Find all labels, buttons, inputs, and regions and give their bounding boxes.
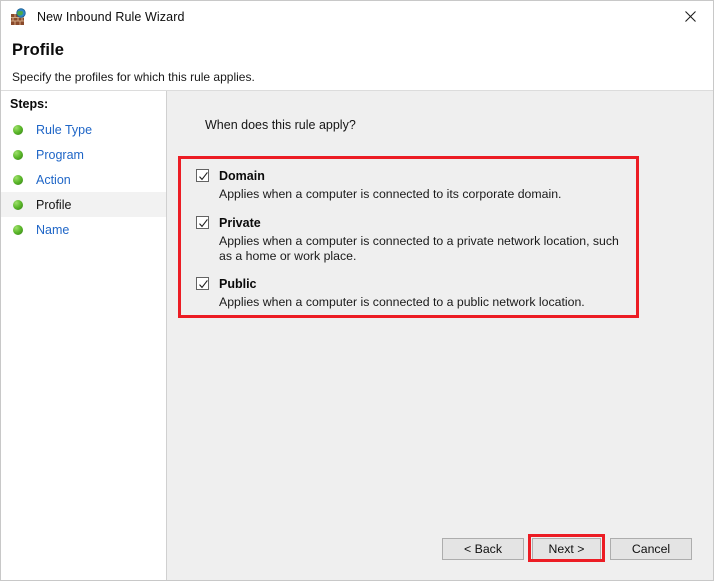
sidebar-item-label: Name — [36, 222, 70, 237]
step-bullet-icon — [13, 174, 23, 185]
step-bullet-icon — [13, 149, 23, 160]
option-private: Private Applies when a computer is conne… — [196, 214, 626, 264]
profile-options-group: Domain Applies when a computer is connec… — [196, 167, 626, 310]
option-public-header[interactable]: Public — [196, 275, 626, 292]
steps-list: Rule Type Program Action Profile Name — [1, 117, 166, 242]
wizard-footer: < Back Next > Cancel — [168, 538, 713, 562]
page-title: Profile — [12, 41, 65, 59]
sidebar-item-label: Action — [36, 172, 71, 187]
sidebar-item-profile[interactable]: Profile — [1, 192, 166, 217]
wizard-body: Steps: Rule Type Program Action Profile — [1, 91, 713, 580]
option-private-header[interactable]: Private — [196, 214, 626, 231]
checkmark-icon — [199, 280, 208, 289]
sidebar-item-name[interactable]: Name — [1, 217, 166, 242]
main-content-panel: When does this rule apply? Domain Applie… — [168, 91, 713, 580]
sidebar-item-label: Program — [36, 147, 84, 162]
sidebar-item-action[interactable]: Action — [1, 167, 166, 192]
cancel-button[interactable]: Cancel — [610, 538, 692, 560]
steps-heading: Steps: — [10, 97, 49, 111]
page-subtitle: Specify the profiles for which this rule… — [12, 70, 255, 84]
question-label: When does this rule apply? — [205, 118, 356, 132]
option-private-label: Private — [219, 215, 261, 230]
option-domain-description: Applies when a computer is connected to … — [219, 187, 562, 201]
firewall-globe-icon — [10, 7, 28, 26]
option-domain-header[interactable]: Domain — [196, 167, 626, 184]
option-public: Public Applies when a computer is connec… — [196, 275, 626, 310]
step-bullet-icon — [13, 124, 23, 135]
checkmark-icon — [199, 219, 208, 228]
sidebar-item-rule-type[interactable]: Rule Type — [1, 117, 166, 142]
step-bullet-icon — [13, 199, 23, 210]
close-icon[interactable] — [668, 1, 713, 32]
option-public-label: Public — [219, 276, 257, 291]
checkmark-icon — [199, 172, 208, 181]
option-private-description: Applies when a computer is connected to … — [219, 234, 619, 263]
new-inbound-rule-wizard-window: New Inbound Rule Wizard Profile Specify … — [0, 0, 714, 581]
option-domain-label: Domain — [219, 168, 265, 183]
option-domain: Domain Applies when a computer is connec… — [196, 167, 626, 202]
back-button[interactable]: < Back — [442, 538, 524, 560]
sidebar-item-program[interactable]: Program — [1, 142, 166, 167]
checkbox-private[interactable] — [196, 216, 209, 229]
checkbox-public[interactable] — [196, 277, 209, 290]
step-bullet-icon — [13, 224, 23, 235]
next-button[interactable]: Next > — [532, 538, 601, 560]
title-bar: New Inbound Rule Wizard — [1, 1, 713, 32]
checkbox-domain[interactable] — [196, 169, 209, 182]
steps-sidebar: Steps: Rule Type Program Action Profile — [1, 91, 167, 580]
sidebar-item-label: Profile — [36, 197, 72, 212]
sidebar-item-label: Rule Type — [36, 122, 93, 137]
option-public-description: Applies when a computer is connected to … — [219, 295, 585, 309]
page-header: Profile Specify the profiles for which t… — [1, 32, 713, 91]
window-title: New Inbound Rule Wizard — [37, 9, 185, 24]
